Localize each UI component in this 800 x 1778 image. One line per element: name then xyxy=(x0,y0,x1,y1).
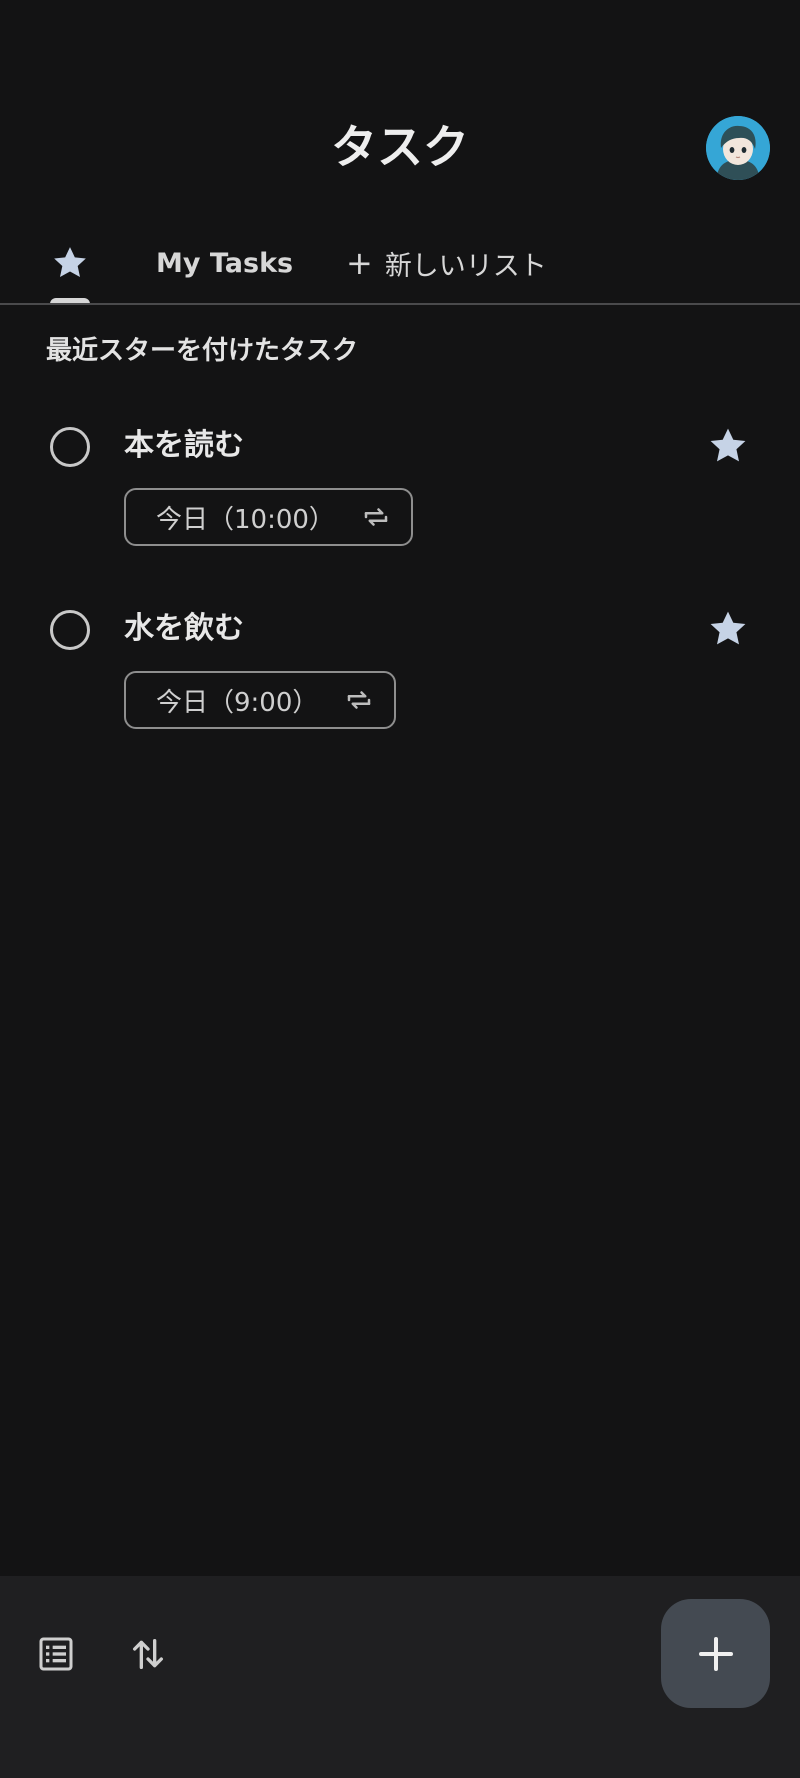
account-avatar[interactable] xyxy=(706,116,770,180)
list-icon xyxy=(39,1637,73,1671)
repeat-icon xyxy=(364,508,388,526)
complete-task-checkbox[interactable] xyxy=(50,610,90,650)
plus-icon xyxy=(698,1636,733,1671)
complete-task-checkbox[interactable] xyxy=(50,427,90,467)
list-view-button[interactable] xyxy=(36,1634,76,1674)
star-icon xyxy=(710,611,746,645)
tabs-divider xyxy=(0,303,800,305)
sort-icon xyxy=(133,1639,163,1669)
star-icon xyxy=(710,428,746,462)
star-icon xyxy=(54,247,86,277)
new-list-label: 新しいリスト xyxy=(384,250,547,282)
task-title[interactable]: 水を飲む xyxy=(124,609,244,649)
tab-my-tasks[interactable]: My Tasks xyxy=(156,222,293,304)
tab-starred[interactable] xyxy=(44,222,96,304)
due-date-chip[interactable]: 今日（10:00） xyxy=(124,488,413,546)
app-title: タスク xyxy=(331,120,469,174)
new-list-button[interactable]: + 新しいリスト xyxy=(346,222,547,304)
repeat-icon xyxy=(348,691,371,709)
section-heading: 最近スターを付けたタスク xyxy=(46,336,359,366)
sort-button[interactable] xyxy=(128,1634,168,1674)
due-date-text: 今日（9:00） xyxy=(156,687,319,718)
list-tabs: My Tasks + 新しいリスト xyxy=(0,222,800,304)
user-avatar-icon xyxy=(706,116,770,180)
plus-icon: + xyxy=(346,244,373,282)
star-toggle-button[interactable] xyxy=(706,424,750,468)
due-date-chip[interactable]: 今日（9:00） xyxy=(124,671,397,729)
star-toggle-button[interactable] xyxy=(706,607,750,651)
tab-my-tasks-label: My Tasks xyxy=(156,247,294,279)
task-title[interactable]: 本を読む xyxy=(124,426,244,466)
add-task-fab[interactable] xyxy=(661,1599,770,1708)
due-date-text: 今日（10:00） xyxy=(156,504,335,535)
